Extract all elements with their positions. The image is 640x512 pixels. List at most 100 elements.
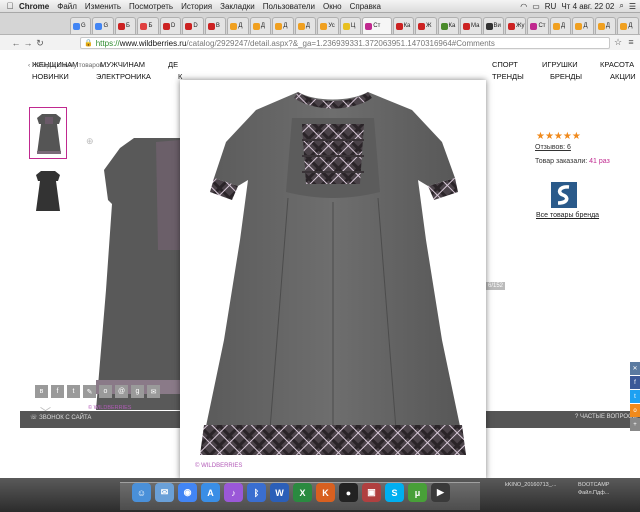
dock-file-3[interactable]: Файл.Пдф... <box>578 490 609 496</box>
brand-logo-icon[interactable] <box>551 182 577 208</box>
appstore-icon[interactable]: A <box>201 483 220 502</box>
chrome-icon[interactable]: ◉ <box>178 483 197 502</box>
reviews-link[interactable]: Отзывов: 6 <box>535 144 571 151</box>
category-nav-link[interactable]: МУЖЧИНАМ <box>100 60 145 69</box>
browser-tab[interactable]: Ма <box>460 17 482 34</box>
menu-item[interactable]: Chrome <box>19 2 49 11</box>
browser-tab[interactable]: Д <box>249 17 272 34</box>
bluetooth-icon[interactable]: ᛒ <box>247 483 266 502</box>
share-f-icon[interactable]: f <box>51 385 64 398</box>
share-g-icon[interactable]: g <box>131 385 144 398</box>
back-arrow-icon[interactable]: ← <box>10 38 22 48</box>
browser-tab[interactable]: Ст <box>527 17 549 34</box>
menu-item[interactable]: Изменить <box>85 2 121 11</box>
browser-tab[interactable]: Ц <box>339 17 362 34</box>
reload-icon[interactable]: ↻ <box>34 38 46 49</box>
share-ok-icon[interactable]: о <box>99 385 112 398</box>
twitter-side-icon[interactable]: t <box>630 390 640 403</box>
mail-icon[interactable]: ✉ <box>155 483 174 502</box>
tab-favicon-icon <box>597 22 605 30</box>
vk-side-icon[interactable]: ✕ <box>630 362 640 375</box>
bookmark-star-icon[interactable]: ☆ <box>612 37 624 48</box>
main-product-image[interactable] <box>96 130 186 410</box>
excel-icon[interactable]: X <box>293 483 312 502</box>
player-icon[interactable]: ▶ <box>431 483 450 502</box>
browser-tab[interactable]: Ж <box>415 17 437 34</box>
skype-icon[interactable]: S <box>385 483 404 502</box>
category-nav-link[interactable]: КРАСОТА <box>600 60 634 69</box>
browser-tab[interactable]: Д <box>594 17 617 34</box>
category-nav-link[interactable]: БРЕНДЫ <box>550 72 582 81</box>
camera-icon[interactable]: ● <box>339 483 358 502</box>
menu-item[interactable]: Закладки <box>220 2 255 11</box>
clock[interactable]: Чт 4 авг. 22 02 <box>561 2 614 11</box>
back-to-list-link[interactable]: ‹ Назад к списку товаров <box>28 62 103 69</box>
facebook-side-icon[interactable]: f <box>630 376 640 389</box>
menu-item[interactable]: Посмотреть <box>129 2 173 11</box>
browser-tab[interactable]: Ка <box>392 17 415 34</box>
browser-tab[interactable]: Д <box>272 17 294 34</box>
zoom-icon[interactable]: ⊕ <box>86 136 94 147</box>
browser-tab[interactable]: Ст <box>362 17 392 34</box>
share-lj-icon[interactable]: ✎ <box>83 385 96 398</box>
more-side-icon[interactable]: + <box>630 418 640 431</box>
thumbnail-2[interactable] <box>29 165 67 217</box>
browser-tab[interactable]: Жу <box>504 17 527 34</box>
apple-menu-icon[interactable]:  <box>4 1 16 11</box>
notification-center-icon[interactable]: ☰ <box>629 2 636 11</box>
photo-icon[interactable]: ▣ <box>362 483 381 502</box>
menu-item[interactable]: Окно <box>323 2 342 11</box>
browser-tab[interactable]: Б <box>137 17 159 34</box>
thumbnail-1[interactable] <box>29 107 67 159</box>
word-icon[interactable]: W <box>270 483 289 502</box>
browser-tab[interactable]: D <box>159 17 182 34</box>
browser-tab[interactable]: Д <box>549 17 572 34</box>
tab-label: G <box>103 23 109 29</box>
dock-file-1[interactable]: kKINO_20160713_... <box>505 482 556 488</box>
browser-tab[interactable]: Д <box>617 17 639 34</box>
category-nav-link[interactable]: ДЕ <box>168 60 178 69</box>
browser-tab[interactable]: D <box>182 17 204 34</box>
odnoklassniki-side-icon[interactable]: o <box>630 404 640 417</box>
browser-tab[interactable]: Б <box>114 17 137 34</box>
browser-tab[interactable]: B <box>204 17 227 34</box>
callback-link[interactable]: ☏ ЗВОНОК С САЙТА <box>30 414 91 421</box>
browser-tab[interactable]: Ус <box>317 17 339 34</box>
faq-link[interactable]: ? ЧАСТЫЕ ВОПРОСЫ <box>575 414 638 420</box>
browser-tab[interactable]: Д <box>294 17 317 34</box>
category-nav-link[interactable]: ИГРУШКИ <box>542 60 578 69</box>
image-lightbox[interactable] <box>180 80 486 480</box>
category-nav-link[interactable]: ТРЕНДЫ <box>492 72 524 81</box>
share-m-icon[interactable]: @ <box>115 385 128 398</box>
torrent-icon[interactable]: μ <box>408 483 427 502</box>
category-nav-link[interactable]: НОВИНКИ <box>32 72 69 81</box>
wifi-icon[interactable]: ◠ <box>520 2 527 11</box>
browser-tab[interactable]: G <box>92 17 114 34</box>
chrome-menu-icon[interactable]: ≡ <box>625 37 637 47</box>
share-mail-icon[interactable]: ✉ <box>147 385 160 398</box>
address-bar[interactable]: 🔒 https:// www.wildberries.ru /catalog/2… <box>80 37 610 49</box>
input-language[interactable]: RU <box>545 2 557 11</box>
spotlight-icon[interactable]: ⌕ <box>619 1 623 11</box>
browser-tab[interactable]: Ка <box>437 17 460 34</box>
share-vk-icon[interactable]: в <box>35 385 48 398</box>
browser-tab[interactable]: G <box>70 17 92 34</box>
menu-item[interactable]: Справка <box>350 2 381 11</box>
itunes-icon[interactable]: ♪ <box>224 483 243 502</box>
category-nav-link[interactable]: СПОРТ <box>492 60 518 69</box>
browser-tab[interactable]: Ви <box>482 17 504 34</box>
finder-icon[interactable]: ☺ <box>132 483 151 502</box>
menu-item[interactable]: Файл <box>57 2 77 11</box>
browser-tab[interactable]: Д <box>572 17 594 34</box>
category-nav-link[interactable]: ЭЛЕКТРОНИКА <box>96 72 151 81</box>
brand-products-link[interactable]: Все товары бренда <box>536 212 599 219</box>
menu-item[interactable]: История <box>181 2 212 11</box>
k1-icon[interactable]: K <box>316 483 335 502</box>
menu-item[interactable]: Пользователи <box>263 2 315 11</box>
battery-icon[interactable]: ▭ <box>532 2 540 11</box>
share-t-icon[interactable]: t <box>67 385 80 398</box>
forward-arrow-icon[interactable]: → <box>22 38 34 48</box>
category-nav-link[interactable]: АКЦИИ <box>610 72 636 81</box>
dock-file-2[interactable]: BOOTCAMP <box>578 482 609 488</box>
browser-tab[interactable]: Д <box>227 17 249 34</box>
